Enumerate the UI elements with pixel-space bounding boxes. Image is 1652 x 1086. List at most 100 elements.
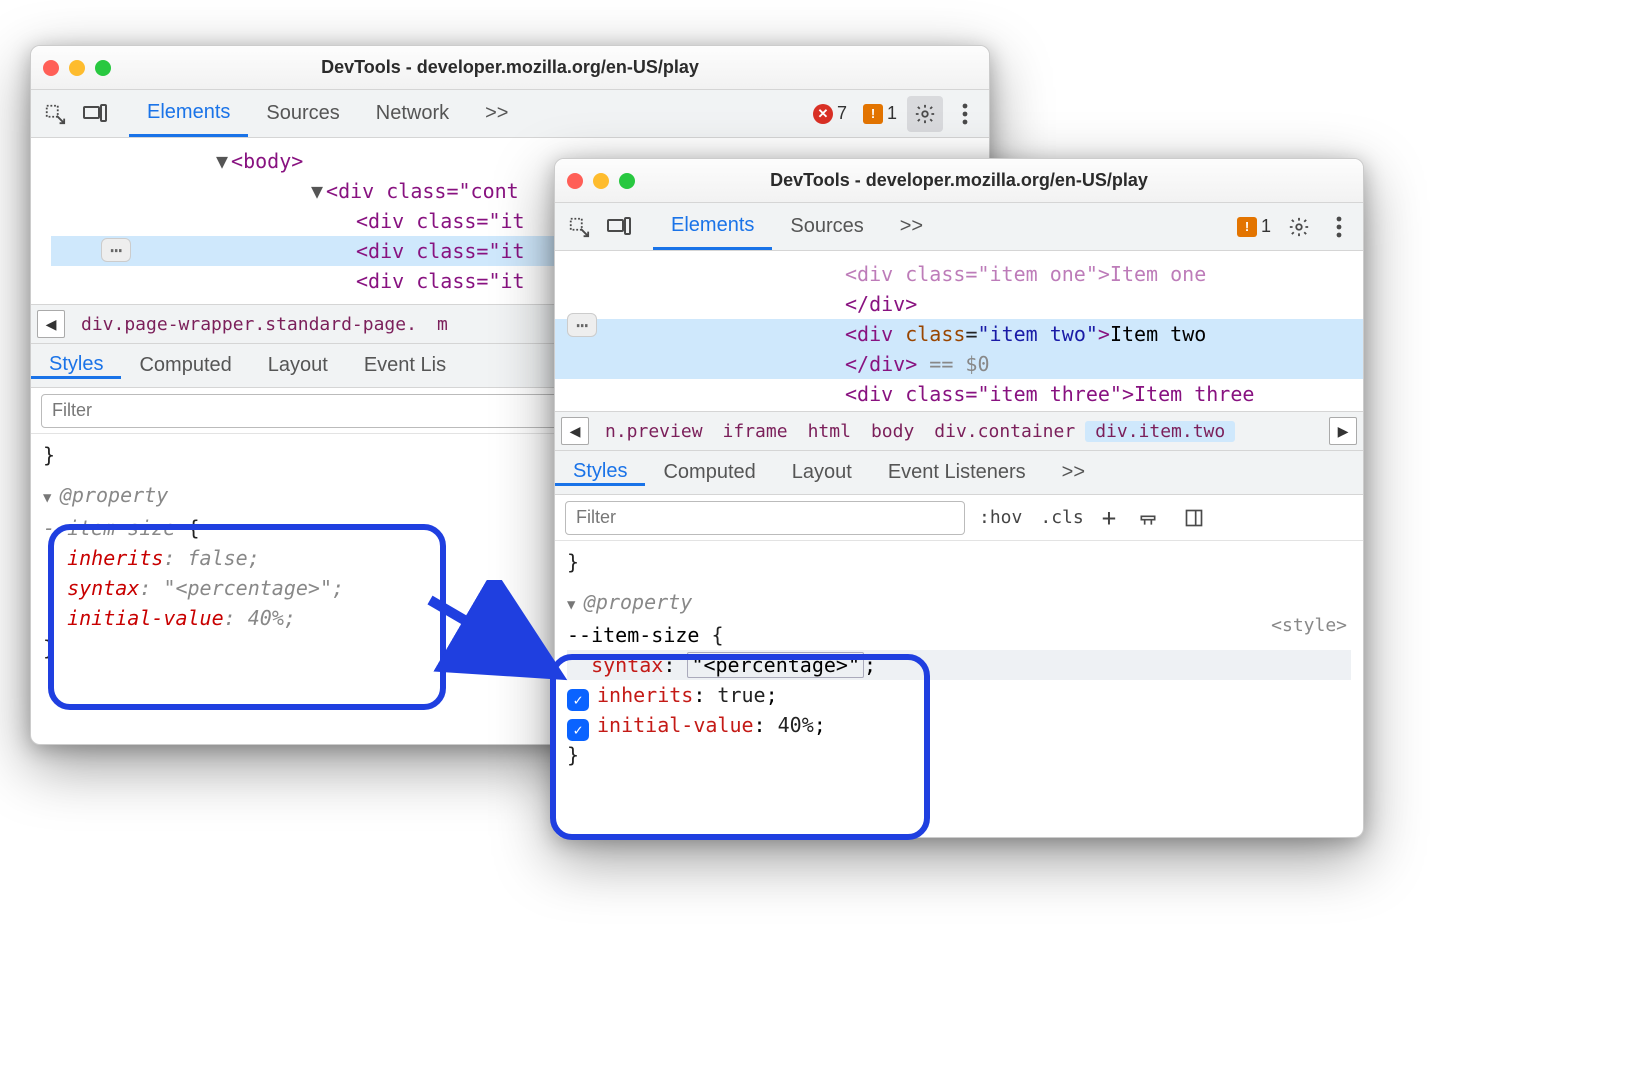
styles-subtabs: Styles Computed Layout Event Listeners >… bbox=[555, 451, 1363, 495]
warning-icon: ! bbox=[1237, 217, 1257, 237]
val-initial-value[interactable]: 40% bbox=[778, 713, 814, 737]
kebab-icon[interactable] bbox=[1321, 209, 1357, 245]
val-inherits[interactable]: true bbox=[717, 683, 765, 707]
window-title: DevTools - developer.mozilla.org/en-US/p… bbox=[31, 57, 989, 78]
crumb-1[interactable]: iframe bbox=[713, 421, 798, 442]
filter-placeholder: Filter bbox=[52, 400, 92, 421]
cls-toggle[interactable]: .cls bbox=[1036, 507, 1087, 528]
filter-row: Filter :hov .cls + bbox=[555, 495, 1363, 541]
error-count[interactable]: ✕ 7 bbox=[807, 103, 853, 124]
tab-elements[interactable]: Elements bbox=[129, 90, 248, 137]
brush-icon[interactable] bbox=[1130, 500, 1166, 536]
prop-initial-value[interactable]: initial-value bbox=[597, 713, 754, 737]
panel-tabs: Elements Sources >> bbox=[653, 203, 941, 250]
device-icon[interactable] bbox=[77, 96, 113, 132]
tab-sources[interactable]: Sources bbox=[248, 90, 357, 137]
rule-selector[interactable]: --item-size bbox=[43, 516, 175, 540]
inspect-icon[interactable] bbox=[37, 96, 73, 132]
tabs-overflow-icon[interactable]: >> bbox=[467, 90, 526, 137]
rule-selector[interactable]: --item-size bbox=[567, 623, 699, 647]
dom-selected-marker: == $0 bbox=[929, 352, 989, 376]
dom-ellipsis-icon[interactable]: ⋯ bbox=[567, 313, 597, 337]
breadcrumb: ◀ n.preview iframe html body div.contain… bbox=[555, 411, 1363, 451]
dom-item-a[interactable]: <div class="it bbox=[356, 209, 525, 233]
val-syntax-editing[interactable]: "<percentage>" bbox=[687, 652, 864, 678]
devtools-toolbar: Elements Sources Network >> ✕ 7 ! 1 bbox=[31, 90, 989, 138]
dom-container[interactable]: <div class="cont bbox=[326, 179, 519, 203]
dom-body[interactable]: <body> bbox=[231, 149, 303, 173]
tab-elements[interactable]: Elements bbox=[653, 203, 772, 250]
inspect-icon[interactable] bbox=[561, 209, 597, 245]
crumb-0[interactable]: n.preview bbox=[595, 421, 713, 442]
crumb-prev-icon[interactable]: ◀ bbox=[37, 310, 65, 338]
close-icon[interactable] bbox=[43, 60, 59, 76]
warning-count-value: 1 bbox=[1261, 216, 1271, 237]
subtab-layout[interactable]: Layout bbox=[774, 461, 870, 484]
dom-item-b[interactable]: <div class="it bbox=[356, 239, 525, 263]
maximize-icon[interactable] bbox=[95, 60, 111, 76]
filter-input[interactable]: Filter bbox=[565, 501, 965, 535]
dom-item-two-text: Item two bbox=[1110, 322, 1206, 346]
crumb-5[interactable]: div.item.two bbox=[1085, 421, 1235, 442]
kebab-icon[interactable] bbox=[947, 96, 983, 132]
sidebar-icon[interactable] bbox=[1176, 500, 1212, 536]
maximize-icon[interactable] bbox=[619, 173, 635, 189]
new-rule-icon[interactable]: + bbox=[1098, 504, 1120, 532]
crumb-3[interactable]: body bbox=[861, 421, 924, 442]
minimize-icon[interactable] bbox=[593, 173, 609, 189]
crumb-prev-icon[interactable]: ◀ bbox=[561, 417, 589, 445]
val-inherits: false bbox=[188, 546, 248, 570]
hov-toggle[interactable]: :hov bbox=[975, 507, 1026, 528]
dom-item-three[interactable]: <div class="item three">Item three bbox=[555, 379, 1363, 409]
dom-item-two-val: "item two" bbox=[977, 322, 1097, 346]
error-icon: ✕ bbox=[813, 104, 833, 124]
subtab-event-listeners[interactable]: Event Listeners bbox=[870, 461, 1044, 484]
titlebar: DevTools - developer.mozilla.org/en-US/p… bbox=[555, 159, 1363, 203]
crumb-2[interactable]: html bbox=[798, 421, 861, 442]
settings-icon[interactable] bbox=[1281, 209, 1317, 245]
device-icon[interactable] bbox=[601, 209, 637, 245]
traffic-lights bbox=[43, 60, 111, 76]
subtab-layout[interactable]: Layout bbox=[250, 354, 346, 377]
subtab-computed[interactable]: Computed bbox=[121, 354, 249, 377]
warning-count-value: 1 bbox=[887, 103, 897, 124]
dom-tree[interactable]: <div class="item one">Item one </div> <d… bbox=[555, 251, 1363, 411]
prop-checkbox-initial-value[interactable]: ✓ bbox=[567, 719, 589, 741]
prop-checkbox-inherits[interactable]: ✓ bbox=[567, 689, 589, 711]
dom-ellipsis-icon[interactable]: ⋯ bbox=[101, 238, 131, 262]
val-initial-value: 40% bbox=[248, 606, 284, 630]
subtab-styles[interactable]: Styles bbox=[555, 460, 645, 486]
devtools-window-b: DevTools - developer.mozilla.org/en-US/p… bbox=[554, 158, 1364, 838]
styles-pane[interactable]: } @property <style> --item-size { syntax… bbox=[555, 541, 1363, 788]
close-icon[interactable] bbox=[567, 173, 583, 189]
tab-network[interactable]: Network bbox=[358, 90, 467, 137]
dom-close-1: </div> bbox=[845, 292, 917, 316]
tab-sources[interactable]: Sources bbox=[772, 203, 881, 250]
crumb-next-icon[interactable]: ▶ bbox=[1329, 417, 1357, 445]
tabs-overflow-icon[interactable]: >> bbox=[882, 203, 941, 250]
crumb-a[interactable]: div.page-wrapper.standard-page. bbox=[71, 314, 427, 335]
dom-item-two-open: <div bbox=[845, 322, 893, 346]
rule-source-link[interactable]: <style> bbox=[1271, 611, 1347, 641]
subtab-overflow-icon[interactable]: >> bbox=[1044, 461, 1103, 484]
crumb-b[interactable]: m bbox=[427, 314, 458, 335]
settings-icon[interactable] bbox=[907, 96, 943, 132]
subtab-event-listeners[interactable]: Event Lis bbox=[346, 354, 464, 377]
minimize-icon[interactable] bbox=[69, 60, 85, 76]
at-property-header[interactable]: @property bbox=[567, 587, 1351, 620]
error-count-value: 7 bbox=[837, 103, 847, 124]
panel-tabs: Elements Sources Network >> bbox=[129, 90, 526, 137]
dom-item-c[interactable]: <div class="it bbox=[356, 269, 525, 293]
subtab-styles[interactable]: Styles bbox=[31, 353, 121, 379]
warning-count[interactable]: ! 1 bbox=[1231, 216, 1277, 237]
dom-close-2: </div> bbox=[845, 352, 917, 376]
crumb-4[interactable]: div.container bbox=[924, 421, 1085, 442]
dom-item-two[interactable]: <div class="item two">Item two bbox=[555, 319, 1363, 349]
prop-inherits[interactable]: inherits bbox=[597, 683, 693, 707]
dom-item-two-attr: class bbox=[905, 322, 965, 346]
window-title: DevTools - developer.mozilla.org/en-US/p… bbox=[555, 170, 1363, 191]
prop-syntax[interactable]: syntax bbox=[591, 653, 663, 677]
subtab-computed[interactable]: Computed bbox=[645, 461, 773, 484]
traffic-lights bbox=[567, 173, 635, 189]
warning-count[interactable]: ! 1 bbox=[857, 103, 903, 124]
